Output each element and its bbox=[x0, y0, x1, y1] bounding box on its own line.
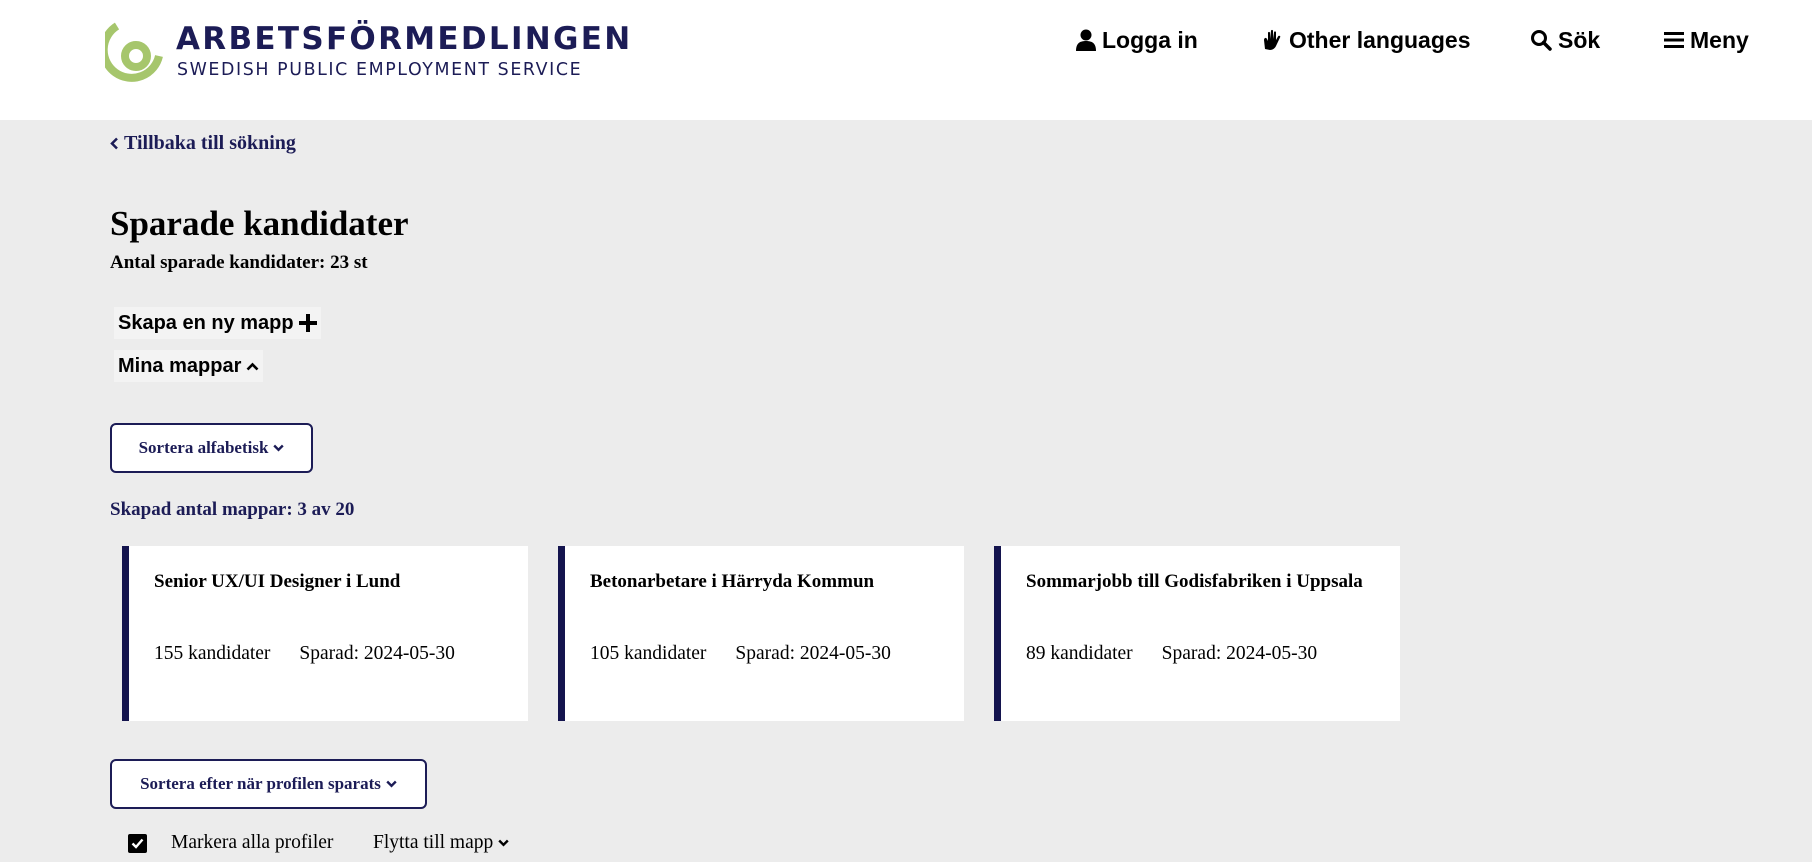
create-folder-button[interactable]: Skapa en ny mapp bbox=[114, 307, 321, 339]
folder-card[interactable]: Sommarjobb till Godisfabriken i Uppsala … bbox=[994, 546, 1400, 721]
menu-label: Meny bbox=[1690, 26, 1749, 53]
menu-button[interactable]: Meny bbox=[1664, 22, 1749, 58]
mark-all-checkbox[interactable] bbox=[128, 834, 147, 853]
back-to-search-link[interactable]: Tillbaka till sökning bbox=[110, 132, 296, 155]
sign-language-icon bbox=[1264, 29, 1281, 50]
folder-sort-dropdown[interactable]: Sortera alfabetisk bbox=[110, 423, 313, 473]
folder-title: Senior UX/UI Designer i Lund bbox=[154, 571, 401, 592]
chevron-up-icon bbox=[246, 362, 259, 370]
my-folders-label: Mina mappar bbox=[118, 354, 242, 377]
folder-meta: 89 kandidater Sparad: 2024-05-30 bbox=[1026, 643, 1317, 665]
other-languages-link[interactable]: Other languages bbox=[1261, 22, 1470, 58]
chevron-down-icon bbox=[498, 839, 509, 847]
profile-sort-dropdown[interactable]: Sortera efter när profilen sparats bbox=[110, 759, 427, 809]
profile-sort-label: Sortera efter när profilen sparats bbox=[140, 774, 381, 793]
site-header: ARBETSFÖRMEDLINGEN SWEDISH PUBLIC EMPLOY… bbox=[0, 0, 1812, 120]
folder-meta: 105 kandidater Sparad: 2024-05-30 bbox=[590, 643, 891, 665]
folder-candidate-count: 155 kandidater bbox=[154, 643, 271, 664]
chevron-left-icon bbox=[110, 137, 118, 150]
search-icon bbox=[1531, 30, 1552, 51]
folder-card[interactable]: Senior UX/UI Designer i Lund 155 kandida… bbox=[122, 546, 528, 721]
back-to-search-label: Tillbaka till sökning bbox=[124, 132, 296, 154]
user-icon bbox=[1076, 29, 1096, 51]
page-title: Sparade kandidater bbox=[110, 204, 409, 243]
check-icon bbox=[131, 838, 144, 849]
move-to-folder-label: Flytta till mapp bbox=[373, 832, 494, 853]
folder-card[interactable]: Betonarbetare i Härryda Kommun 105 kandi… bbox=[558, 546, 964, 721]
mark-all-label[interactable]: Markera alla profiler bbox=[171, 832, 333, 854]
login-label: Logga in bbox=[1102, 26, 1198, 53]
menu-icon bbox=[1664, 32, 1684, 48]
folder-title: Betonarbetare i Härryda Kommun bbox=[590, 571, 875, 592]
my-folders-toggle[interactable]: Mina mappar bbox=[114, 350, 264, 382]
folder-title: Sommarjobb till Godisfabriken i Uppsala bbox=[1026, 571, 1363, 592]
chevron-down-icon bbox=[386, 780, 397, 788]
other-languages-label: Other languages bbox=[1289, 26, 1471, 53]
folder-count: Skapad antal mappar: 3 av 20 bbox=[110, 499, 355, 520]
folder-saved-date: Sparad: 2024-05-30 bbox=[299, 643, 455, 664]
login-link[interactable]: Logga in bbox=[1076, 22, 1198, 58]
saved-candidates-count: Antal sparade kandidater: 23 st bbox=[110, 252, 368, 273]
folder-saved-date: Sparad: 2024-05-30 bbox=[1161, 643, 1318, 664]
folder-meta: 155 kandidater Sparad: 2024-05-30 bbox=[154, 643, 455, 665]
search-label: Sök bbox=[1558, 26, 1601, 53]
logo-ring-icon bbox=[105, 22, 163, 82]
create-folder-label: Skapa en ny mapp bbox=[118, 311, 294, 334]
logo-subtitle: SWEDISH PUBLIC EMPLOYMENT SERVICE bbox=[177, 60, 583, 80]
chevron-down-icon bbox=[273, 444, 285, 452]
plus-icon bbox=[298, 314, 317, 332]
move-to-folder-dropdown[interactable]: Flytta till mapp bbox=[373, 832, 509, 854]
folder-saved-date: Sparad: 2024-05-30 bbox=[735, 643, 891, 664]
folder-candidate-count: 105 kandidater bbox=[590, 643, 707, 664]
search-link[interactable]: Sök bbox=[1530, 22, 1600, 58]
folder-sort-label: Sortera alfabetisk bbox=[138, 438, 269, 457]
folder-candidate-count: 89 kandidater bbox=[1026, 643, 1133, 664]
logo-title: ARBETSFÖRMEDLINGEN bbox=[176, 21, 633, 57]
arbetsformedlingen-logo[interactable]: ARBETSFÖRMEDLINGEN SWEDISH PUBLIC EMPLOY… bbox=[105, 20, 630, 82]
